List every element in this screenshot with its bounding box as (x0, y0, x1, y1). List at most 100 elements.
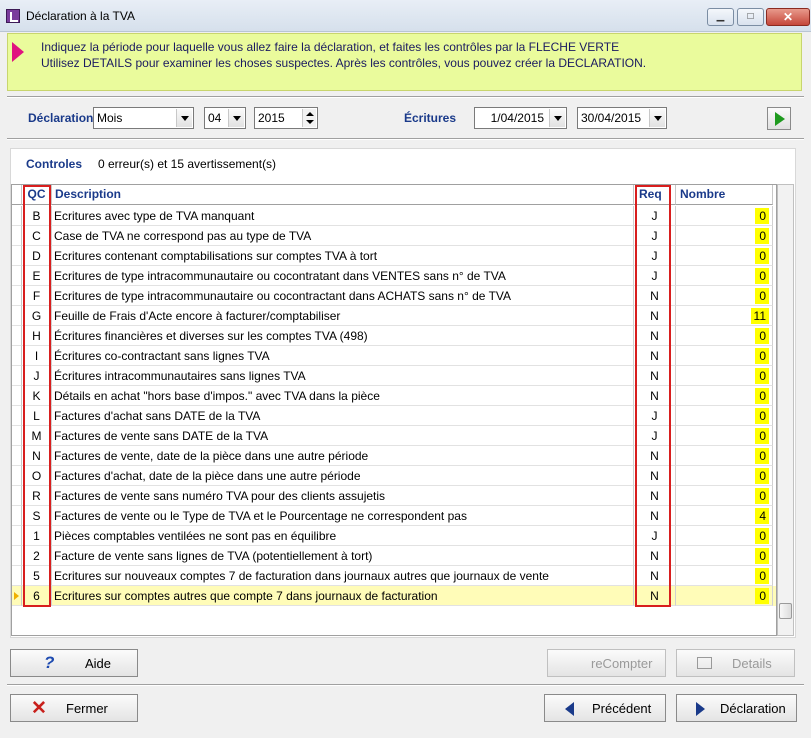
row-indicator (12, 226, 22, 246)
cell-nombre: 0 (676, 446, 773, 466)
year-value: 2015 (258, 111, 285, 125)
aide-button[interactable]: ? Aide (10, 649, 138, 677)
recompter-label: reCompter (591, 656, 653, 671)
instruction-panel: Indiquez la période pour laquelle vous a… (7, 33, 802, 91)
precedent-label: Précédent (592, 701, 652, 716)
close-button[interactable]: ✕ (766, 8, 810, 26)
divider (7, 138, 804, 140)
row-indicator (12, 306, 22, 326)
cell-description: Factures de vente sans DATE de la TVA (52, 426, 634, 446)
row-indicator (12, 546, 22, 566)
count-value: 0 (755, 248, 769, 264)
count-value: 11 (750, 308, 769, 324)
period-type-select[interactable]: Mois (93, 107, 194, 129)
cell-description: Ecritures sur comptes autres que compte … (52, 586, 634, 606)
details-icon (697, 657, 712, 669)
chevron-down-icon[interactable] (649, 109, 665, 127)
chevron-down-icon[interactable] (176, 109, 192, 127)
cell-description: Ecritures avec type de TVA manquant (52, 206, 634, 226)
row-indicator (12, 286, 22, 306)
row-indicator (12, 586, 22, 606)
chevron-down-icon[interactable] (549, 109, 565, 127)
app-icon (6, 9, 20, 23)
count-value: 0 (755, 408, 769, 424)
cell-description: Feuille de Frais d'Acte encore à facture… (52, 306, 634, 326)
vertical-scrollbar[interactable] (777, 184, 794, 636)
count-value: 0 (755, 548, 769, 564)
qc-column-highlight (23, 185, 51, 607)
cell-description: Factures d'achat sans DATE de la TVA (52, 406, 634, 426)
declaration-button[interactable]: Déclaration (676, 694, 797, 722)
cell-description: Écritures co-contractant sans lignes TVA (52, 346, 634, 366)
instruction-line-1: Indiquez la période pour laquelle vous a… (41, 40, 620, 54)
controls-label: Controles (26, 157, 83, 171)
count-value: 0 (755, 348, 769, 364)
cell-nombre: 0 (676, 346, 773, 366)
green-arrow-icon (775, 112, 785, 126)
header-nombre[interactable]: Nombre (676, 185, 773, 205)
cell-description: Ecritures de type intracommunautaire ou … (52, 266, 634, 286)
cell-description: Écritures financières et diverses sur le… (52, 326, 634, 346)
controls-summary: 0 erreur(s) et 15 avertissement(s) (98, 157, 277, 171)
count-value: 0 (755, 388, 769, 404)
cell-nombre: 11 (676, 306, 773, 326)
count-value: 0 (755, 488, 769, 504)
divider (7, 96, 804, 98)
help-icon: ? (44, 653, 55, 672)
ecritures-label: Écritures (404, 111, 457, 125)
current-row-icon (14, 592, 19, 600)
row-indicator (12, 526, 22, 546)
arrow-right-icon (696, 702, 705, 716)
count-value: 0 (755, 528, 769, 544)
header-description[interactable]: Description (52, 185, 634, 205)
recompter-button[interactable]: reCompter (547, 649, 666, 677)
scroll-thumb[interactable] (779, 603, 792, 619)
precedent-button[interactable]: Précédent (544, 694, 666, 722)
spinner-icon[interactable] (302, 109, 316, 127)
controls-table: QC Description Req Nombre B Ecritures ave… (11, 184, 777, 636)
cell-nombre: 0 (676, 246, 773, 266)
close-x-icon: ✕ (31, 698, 47, 719)
details-label: Details (732, 656, 772, 671)
cell-nombre: 0 (676, 326, 773, 346)
count-value: 0 (755, 448, 769, 464)
count-value: 0 (755, 208, 769, 224)
cell-description: Factures de vente sans numéro TVA pour d… (52, 486, 634, 506)
count-value: 4 (755, 508, 769, 524)
row-indicator (12, 366, 22, 386)
year-stepper[interactable]: 2015 (254, 107, 318, 129)
aide-label: Aide (85, 656, 112, 671)
cell-nombre: 0 (676, 526, 773, 546)
cell-nombre: 0 (676, 466, 773, 486)
date-to-value: 30/04/2015 (581, 111, 642, 125)
row-indicator (12, 206, 22, 226)
cell-nombre: 0 (676, 566, 773, 586)
chevron-down-icon[interactable] (228, 109, 244, 127)
count-value: 0 (755, 328, 769, 344)
fermer-button[interactable]: ✕ Fermer (10, 694, 138, 722)
details-button[interactable]: Details (676, 649, 795, 677)
month-select[interactable]: 04 (204, 107, 246, 129)
run-controls-button[interactable] (767, 107, 791, 130)
cell-description: Écritures intracommunautaires sans ligne… (52, 366, 634, 386)
count-value: 0 (755, 568, 769, 584)
count-value: 0 (755, 228, 769, 244)
date-to-picker[interactable]: 30/04/2015 (577, 107, 667, 129)
cell-description: Case de TVA ne correspond pas au type de… (52, 226, 634, 246)
cell-nombre: 0 (676, 226, 773, 246)
date-from-picker[interactable]: 1/04/2015 (474, 107, 567, 129)
cell-nombre: 0 (676, 486, 773, 506)
instruction-line-2: Utilisez DETAILS pour examiner les chose… (41, 56, 647, 70)
cell-nombre: 0 (676, 426, 773, 446)
cell-description: Détails en achat "hors base d'impos." av… (52, 386, 634, 406)
row-indicator (12, 346, 22, 366)
row-indicator (12, 446, 22, 466)
count-value: 0 (755, 468, 769, 484)
row-indicator (12, 566, 22, 586)
minimize-button[interactable]: ▁ (707, 8, 734, 26)
row-indicator (12, 406, 22, 426)
window-title: Déclaration à la TVA (26, 9, 135, 23)
count-value: 0 (755, 428, 769, 444)
maximize-button[interactable]: □ (737, 8, 764, 26)
row-indicator (12, 386, 22, 406)
